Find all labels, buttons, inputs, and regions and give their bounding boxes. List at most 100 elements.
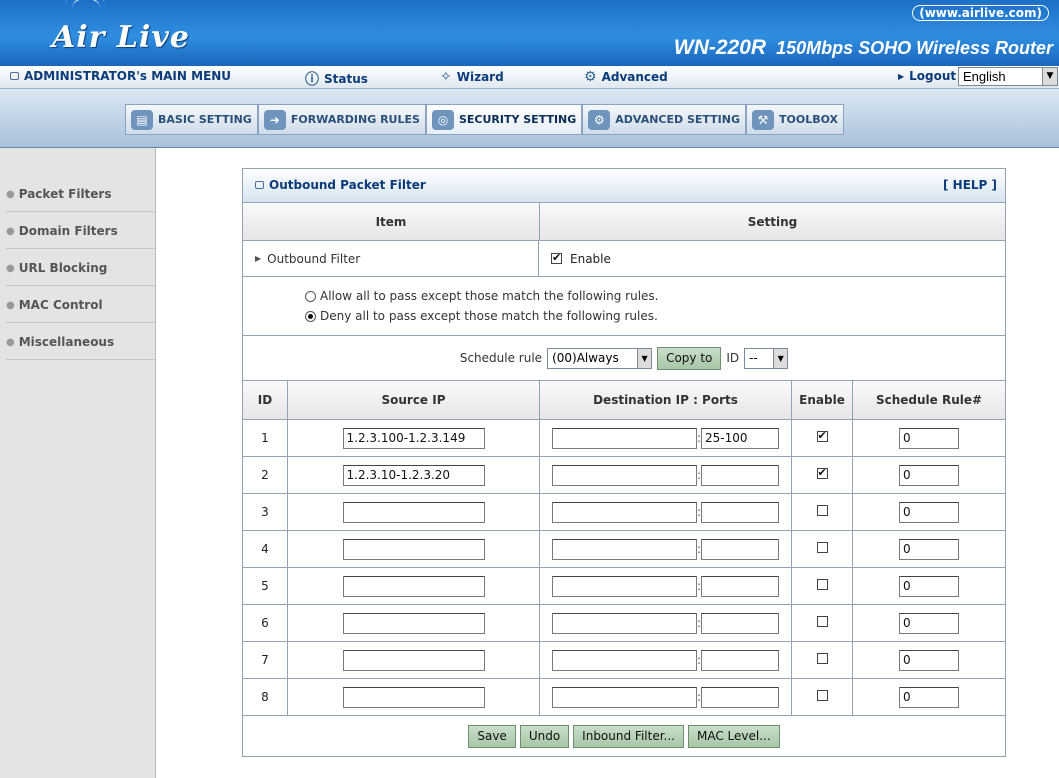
destination-ip-input[interactable]: [552, 649, 697, 671]
sidebar: ● Packet Filters ● Domain Filters ● URL …: [0, 148, 156, 778]
source-ip-input[interactable]: [342, 686, 485, 708]
sidebar-item-domain-filters[interactable]: ● Domain Filters: [6, 214, 155, 249]
forward-icon: ➜: [263, 109, 286, 130]
schedule-rule-input[interactable]: 0: [899, 427, 959, 449]
bullet-icon: ●: [6, 299, 15, 311]
tab-security-setting[interactable]: ◎ SECURITY SETTING: [425, 104, 583, 135]
destination-ports-input[interactable]: [701, 686, 779, 708]
schedule-rule-input[interactable]: 0: [899, 612, 959, 634]
mac-level-button[interactable]: MAC Level...: [687, 724, 780, 748]
tab-forwarding-rules[interactable]: ➜ FORWARDING RULES: [257, 104, 426, 135]
main-menu-bar: ADMINISTRATOR's MAIN MENU ⓘ Status ✧ Wiz…: [0, 66, 1059, 89]
destination-ip-input[interactable]: [552, 427, 697, 449]
schedule-rule-select[interactable]: (00)Always ▼: [547, 347, 653, 369]
language-select[interactable]: English ▼: [958, 67, 1058, 86]
schedule-rule-input[interactable]: 0: [899, 464, 959, 486]
destination-ip-input[interactable]: [552, 575, 697, 597]
outbound-filter-row: ▶ Outbound Filter Enable: [243, 241, 1005, 277]
source-ip-input[interactable]: 1.2.3.100-1.2.3.149: [342, 427, 485, 449]
destination-ports-input[interactable]: [701, 612, 779, 634]
destination-ip-input[interactable]: [552, 538, 697, 560]
wizard-icon: ✧: [440, 69, 452, 85]
destination-ports-input[interactable]: 25-100: [701, 427, 779, 449]
source-ip-input[interactable]: [342, 649, 485, 671]
action-buttons: Save Undo Inbound Filter... MAC Level...: [243, 716, 1005, 756]
source-ip-input[interactable]: [342, 501, 485, 523]
website-link[interactable]: (www.airlive.com): [912, 5, 1049, 21]
destination-ip-input[interactable]: [552, 501, 697, 523]
chevron-down-icon: ▼: [1042, 68, 1057, 85]
schedule-rule-input[interactable]: 0: [899, 538, 959, 560]
source-ip-input[interactable]: [342, 575, 485, 597]
chevron-down-icon: ▼: [773, 348, 788, 368]
schedule-rule-input[interactable]: 0: [899, 501, 959, 523]
rule-enable-checkbox[interactable]: [816, 653, 828, 664]
destination-ports-input[interactable]: [701, 464, 779, 486]
airlive-logo: Air Live: [52, 20, 190, 55]
source-ip-input[interactable]: [342, 612, 485, 634]
radio-allow[interactable]: [305, 290, 316, 302]
destination-ip-input[interactable]: [552, 686, 697, 708]
outbound-filter-text: Outbound Filter: [267, 251, 361, 266]
sidebar-item-url-blocking[interactable]: ● URL Blocking: [6, 251, 155, 286]
rule-id: 8: [243, 678, 288, 716]
rule-enable-checkbox[interactable]: [816, 429, 828, 442]
rule-destination-cell: :: [539, 567, 792, 605]
bullet-icon: ●: [6, 262, 15, 274]
rule-schedule-cell: 0: [852, 456, 1005, 494]
sidebar-item-packet-filters[interactable]: ● Packet Filters: [6, 177, 155, 212]
logout-link[interactable]: ▶ Logout: [898, 69, 956, 83]
lock-icon: ◎: [431, 109, 454, 130]
source-ip-input[interactable]: [342, 538, 485, 560]
admin-main-menu[interactable]: ADMINISTRATOR's MAIN MENU: [10, 69, 231, 83]
rule-schedule-cell: 0: [852, 419, 1005, 457]
rule-enable-checkbox[interactable]: [816, 505, 828, 516]
category-tab-bar: ▤ BASIC SETTING ➜ FORWARDING RULES ◎ SEC…: [0, 89, 1059, 148]
outbound-enable-checkbox[interactable]: [551, 251, 562, 264]
rule-enable-cell: [791, 493, 853, 531]
id-label: ID: [726, 351, 740, 365]
schedule-rule-input[interactable]: 0: [899, 575, 959, 597]
rule-enable-checkbox[interactable]: [816, 579, 828, 590]
inbound-filter-button[interactable]: Inbound Filter...: [573, 724, 684, 748]
rules-table: ID Source IP Destination IP : Ports Enab…: [243, 381, 1005, 716]
sidebar-item-mac-control[interactable]: ● MAC Control: [6, 288, 155, 323]
schedule-rule-input[interactable]: 0: [899, 649, 959, 671]
rule-enable-checkbox[interactable]: [816, 616, 828, 627]
advanced-menu-item[interactable]: ⚙ Advanced: [584, 69, 668, 85]
tab-advanced-setting[interactable]: ⚙ ADVANCED SETTING: [582, 104, 746, 135]
tab-label: SECURITY SETTING: [458, 113, 577, 126]
source-ip-input[interactable]: 1.2.3.10-1.2.3.20: [342, 464, 485, 486]
undo-button[interactable]: Undo: [519, 724, 570, 748]
outbound-filter-panel: Outbound Packet Filter [ HELP ] Item Set…: [242, 168, 1006, 757]
destination-ports-input[interactable]: [701, 538, 779, 560]
tab-label: FORWARDING RULES: [290, 113, 420, 126]
rule-source-cell: [287, 678, 540, 716]
rule-enable-checkbox[interactable]: [816, 466, 828, 479]
rule-enable-cell: [791, 456, 853, 494]
tab-toolbox[interactable]: ⚒ TOOLBOX: [745, 104, 845, 135]
help-link[interactable]: [ HELP ]: [943, 178, 997, 192]
rule-id: 5: [243, 567, 288, 605]
status-menu-item[interactable]: ⓘ Status: [305, 69, 368, 89]
tab-basic-setting[interactable]: ▤ BASIC SETTING: [125, 104, 258, 135]
destination-ports-input[interactable]: [701, 575, 779, 597]
destination-ports-input[interactable]: [701, 501, 779, 523]
destination-ip-input[interactable]: [552, 464, 697, 486]
enable-label: Enable: [570, 251, 611, 266]
radio-deny[interactable]: [305, 310, 316, 322]
schedule-rule-input[interactable]: 0: [899, 686, 959, 708]
destination-ports-input[interactable]: [701, 649, 779, 671]
sidebar-item-miscellaneous[interactable]: ● Miscellaneous: [6, 325, 155, 360]
wizard-menu-item[interactable]: ✧ Wizard: [440, 69, 504, 85]
radio-allow-option[interactable]: Allow all to pass except those match the…: [305, 289, 658, 303]
col-destination-header: Destination IP : Ports: [539, 381, 792, 420]
rule-enable-checkbox[interactable]: [816, 690, 828, 701]
destination-ip-input[interactable]: [552, 612, 697, 634]
id-select[interactable]: -- ▼: [744, 347, 789, 369]
save-button[interactable]: Save: [468, 724, 516, 748]
rule-source-cell: [287, 604, 540, 642]
radio-deny-option[interactable]: Deny all to pass except those match the …: [305, 309, 658, 323]
copy-to-button[interactable]: Copy to: [657, 346, 722, 370]
rule-enable-checkbox[interactable]: [816, 542, 828, 553]
